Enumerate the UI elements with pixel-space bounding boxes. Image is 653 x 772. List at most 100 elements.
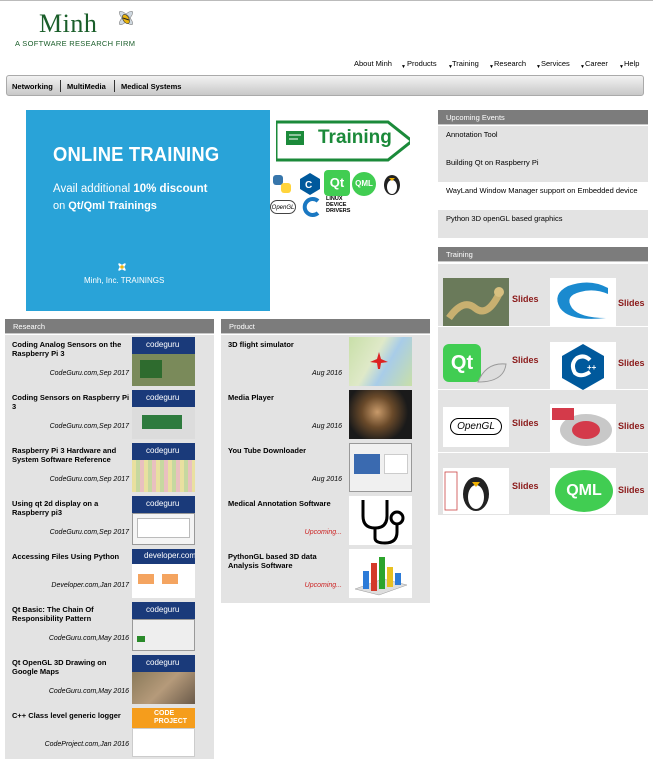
nav-career[interactable]: Career [585,59,608,68]
product-item-title[interactable]: You Tube Downloader [228,446,348,455]
codeguru-thumbnail[interactable]: codeguru [132,655,195,704]
list-item[interactable]: Medical Annotation Software Upcoming... [221,494,430,547]
opengl-hardware-icon[interactable] [550,404,616,452]
research-list: Coding Analog Sensors on the Raspberry P… [5,335,214,759]
slides-link-qt[interactable]: Slides [512,355,539,365]
banner-qt-line: on Qt/Qml Trainings [53,200,157,212]
linux-tux-icon [384,175,400,195]
event-item[interactable]: WayLand Window Manager support on Embedd… [438,182,648,210]
pinout-chart [132,460,195,492]
events-list: Annotation Tool Building Qt on Raspberry… [438,126,648,238]
product-item-title[interactable]: Medical Annotation Software [228,499,348,508]
research-item-source: CodeGuru.com,May 2016 [48,688,129,695]
research-item-title[interactable]: C++ Class level generic logger [12,711,132,720]
nav-services[interactable]: Services [541,59,570,68]
slides-link-qml[interactable]: Slides [618,485,645,495]
codeproject-logo: CODE PROJECT [132,708,195,728]
list-item[interactable]: Using qt 2d display on a Raspberry pi3 C… [5,494,214,547]
slides-link-opengl-hw[interactable]: Slides [618,421,645,431]
event-item[interactable]: Python 3D openGL based graphics [438,210,648,238]
product-header: Product [221,319,430,334]
chevron-down-icon: ▼ [401,64,406,70]
opengl-logo-icon[interactable]: OpenGL [443,407,509,447]
category-medical-systems[interactable]: Medical Systems [121,82,181,91]
product-item-title[interactable]: PythonGL based 3D data Analysis Software [228,552,348,570]
nav-products[interactable]: Products [407,59,437,68]
codeguru-thumbnail[interactable]: codeguru [132,337,195,386]
slides-link-python[interactable]: Slides [512,294,539,304]
qt-dialog-screenshot [132,619,195,651]
event-item[interactable]: Annotation Tool [438,126,648,154]
list-item[interactable]: Media Player Aug 2016 [221,388,430,441]
map-3d-image [132,672,195,704]
events-header: Upcoming Events [438,110,648,125]
online-training-banner[interactable]: ONLINE TRAINING Avail additional 10% dis… [26,110,410,311]
list-item[interactable]: Qt Basic: The Chain Of Responsibility Pa… [5,600,214,653]
nav-about[interactable]: About Minh [354,59,392,68]
stethoscope-icon[interactable] [349,496,412,545]
youtube-downloader-thumbnail[interactable] [349,443,412,492]
list-item[interactable]: PythonGL based 3D data Analysis Software… [221,547,430,600]
python-snake-icon[interactable] [443,278,509,326]
banner-arrow-text: Training [318,127,392,148]
training-header: Training [438,247,648,262]
codeproject-thumbnail[interactable]: CODE PROJECT [132,708,195,757]
product-item-title[interactable]: 3D flight simulator [228,340,348,349]
3d-bar-chart-icon[interactable] [349,549,412,598]
category-multimedia[interactable]: MultiMedia [67,82,106,91]
research-item-title[interactable]: Qt Basic: The Chain Of Responsibility Pa… [12,605,132,623]
slides-link-c[interactable]: Slides [618,298,645,308]
research-item-source: Developer.com,Jan 2017 [51,582,129,589]
codeguru-thumbnail[interactable]: codeguru [132,496,195,545]
svg-text:C: C [305,180,312,191]
research-item-title[interactable]: Coding Analog Sensors on the Raspberry P… [12,340,132,358]
codeguru-logo: codeguru [132,655,195,672]
research-item-title[interactable]: Accessing Files Using Python [12,552,132,561]
codeguru-logo: codeguru [132,496,195,513]
list-item[interactable]: Raspberry Pi 3 Hardware and System Softw… [5,441,214,494]
list-item[interactable]: Accessing Files Using Python Developer.c… [5,547,214,600]
bee-icon [118,263,126,271]
research-item-source: CodeGuru.com,Sep 2017 [49,476,129,483]
list-item[interactable]: You Tube Downloader Aug 2016 [221,441,430,494]
nav-research[interactable]: Research [494,59,526,68]
linux-tux-icon[interactable] [443,468,509,514]
linux-drivers-label: LINUX DEVICE DRIVERS [326,196,351,214]
category-networking[interactable]: Networking [12,82,53,91]
list-item[interactable]: Qt OpenGL 3D Drawing on Google Maps Code… [5,653,214,706]
video-frame [349,390,412,439]
list-item[interactable]: 3D flight simulator Aug 2016 [221,335,430,388]
codeguru-thumbnail[interactable]: codeguru [132,602,195,651]
media-player-thumbnail[interactable] [349,390,412,439]
banner-title: ONLINE TRAINING [53,144,220,166]
codeguru-thumbnail[interactable]: codeguru [132,443,195,492]
list-item[interactable]: Coding Sensors on Raspberry Pi 3 CodeGur… [5,388,214,441]
circuit-photo [132,354,195,386]
research-item-title[interactable]: Raspberry Pi 3 Hardware and System Softw… [12,446,132,464]
list-item[interactable]: Coding Analog Sensors on the Raspberry P… [5,335,214,388]
codeguru-thumbnail[interactable]: codeguru [132,390,195,439]
page: Minh A SOFTWARE RESEARCH FIRM About Minh… [0,0,653,772]
slides-link-cpp[interactable]: Slides [618,358,645,368]
research-item-title[interactable]: Coding Sensors on Raspberry Pi 3 [12,393,132,411]
slides-link-opengl[interactable]: Slides [512,418,539,428]
qml-logo-icon[interactable]: QML [550,468,616,514]
logo-tagline: A SOFTWARE RESEARCH FIRM [15,39,136,48]
slides-link-linux[interactable]: Slides [512,481,539,491]
list-item[interactable]: C++ Class level generic logger CodeProje… [5,706,214,759]
c-language-icon[interactable] [550,278,616,326]
research-item-source: CodeGuru.com,Sep 2017 [49,423,129,430]
research-item-title[interactable]: Using qt 2d display on a Raspberry pi3 [12,499,132,517]
leaf-icon [477,363,507,383]
research-item-title[interactable]: Qt OpenGL 3D Drawing on Google Maps [12,658,132,676]
research-header: Research [5,319,214,334]
developer-thumbnail[interactable]: developer.com [132,549,195,598]
event-item[interactable]: Building Qt on Raspberry Pi [438,154,648,182]
nav-training[interactable]: Training [452,59,479,68]
airplane-icon [370,352,388,369]
cpp-logo-icon[interactable]: ++ [550,342,616,390]
logo[interactable]: Minh A SOFTWARE RESEARCH FIRM [14,7,144,52]
nav-help[interactable]: Help [624,59,639,68]
product-item-title[interactable]: Media Player [228,393,348,402]
flight-map-thumbnail[interactable] [349,337,412,386]
